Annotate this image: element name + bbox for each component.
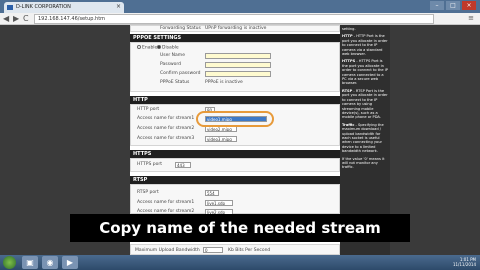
browser-toolbar: ◀ ▶ C 192.168.147.46/setup.htm ≡ [0,13,480,25]
help-https-title: HTTPS [342,59,356,64]
user-name-field[interactable] [205,53,271,59]
rtsp-stream1-label: Access name for stream1 [137,200,195,205]
confirm-password-label: Confirm password [160,71,201,76]
bandwidth-unit: Kb Bits Per Second [228,248,271,253]
reload-button[interactable]: C [23,14,29,23]
http-stream3-field[interactable]: video3.mjpg [205,136,237,142]
help-traffic-title: Traffic [342,122,355,127]
bandwidth-label: Maximum Upload Bandwidth [135,248,200,253]
disable-radio-icon[interactable] [157,45,161,49]
forwarding-status-label: Forwarding Status [160,26,201,31]
help-traffic-text: - Specifying the maximum download / uplo… [342,122,384,154]
forward-button[interactable]: ▶ [13,14,19,23]
pppoe-section-title: PPPOE SETTINGS [130,34,340,42]
https-port-field[interactable]: 443 [175,162,191,168]
help-http-title: HTTP [342,34,353,39]
pppoe-disable-radio[interactable]: Disable [157,45,179,51]
pppoe-status-label: PPPoE Status [160,80,190,85]
screen: D-LINK CORPORATION × – □ × ◀ ▶ C 192.168… [0,0,480,270]
http-stream2-label: Access name for stream2 [137,126,195,131]
rtsp-stream1-field[interactable]: live1.sdp [205,200,233,206]
chrome-icon[interactable]: ◉ [42,256,58,269]
back-button[interactable]: ◀ [3,14,9,23]
enable-label: Enable [142,45,158,51]
close-window-button[interactable]: × [462,1,476,10]
dlink-favicon-icon [7,5,13,10]
help-p0: setting. [342,27,356,31]
bandwidth-field[interactable]: 0 [203,247,223,253]
http-stream3-label: Access name for stream3 [137,136,195,141]
explorer-icon[interactable]: ▣ [22,256,38,269]
highlight-circle [196,111,274,127]
windows-taskbar: ▣ ◉ ▶ 1:01 PM 11/11/2014 [0,255,480,270]
password-label: Password [160,62,182,67]
rtsp-port-field[interactable]: 554 [205,190,219,196]
pppoe-status-value: PPPoE is inactive [205,80,243,85]
help-rtsp-title: RTSP [342,88,353,93]
clock-date: 11/11/2014 [452,262,476,267]
https-section-title: HTTPS [130,150,340,158]
minimize-button[interactable]: – [430,1,444,10]
forwarding-status-value: UPnP forwarding is inactive [205,26,267,31]
start-button[interactable] [3,256,16,269]
browser-tab[interactable]: D-LINK CORPORATION × [4,2,124,13]
tab-close-icon[interactable]: × [116,3,121,10]
rtsp-port-label: RTSP port [137,190,159,195]
http-section-title: HTTP [130,96,340,104]
system-clock[interactable]: 1:01 PM 11/11/2014 [453,257,476,267]
disable-label: Disable [162,45,179,51]
http-port-label: HTTP port [137,107,160,112]
maximize-button[interactable]: □ [446,1,460,10]
help-rtsp-text: - RTSP Port is the port you allocate in … [342,88,388,120]
rtsp-section-title: RTSP [130,176,340,184]
video-caption: Copy name of the needed stream [70,214,410,242]
password-field[interactable] [205,62,271,68]
window-controls: – □ × [430,1,476,10]
http-stream1-label: Access name for stream1 [137,116,195,121]
browser-tabbar: D-LINK CORPORATION × – □ × [0,0,480,13]
tab-title: D-LINK CORPORATION [16,4,71,10]
https-port-label: HTTPS port [137,162,163,167]
user-name-label: User Name [160,53,185,58]
address-bar[interactable]: 192.168.147.46/setup.htm [34,14,434,24]
enable-radio-icon[interactable] [137,45,141,49]
help-p5: If the value '0' means it will not monit… [342,156,385,170]
media-player-icon[interactable]: ▶ [62,256,78,269]
confirm-password-field[interactable] [205,71,271,77]
help-https-text: - HTTPS Port is the port you allocate in… [342,59,388,86]
browser-menu-icon[interactable]: ≡ [468,14,474,22]
pppoe-enable-radio[interactable]: Enable [137,45,157,51]
